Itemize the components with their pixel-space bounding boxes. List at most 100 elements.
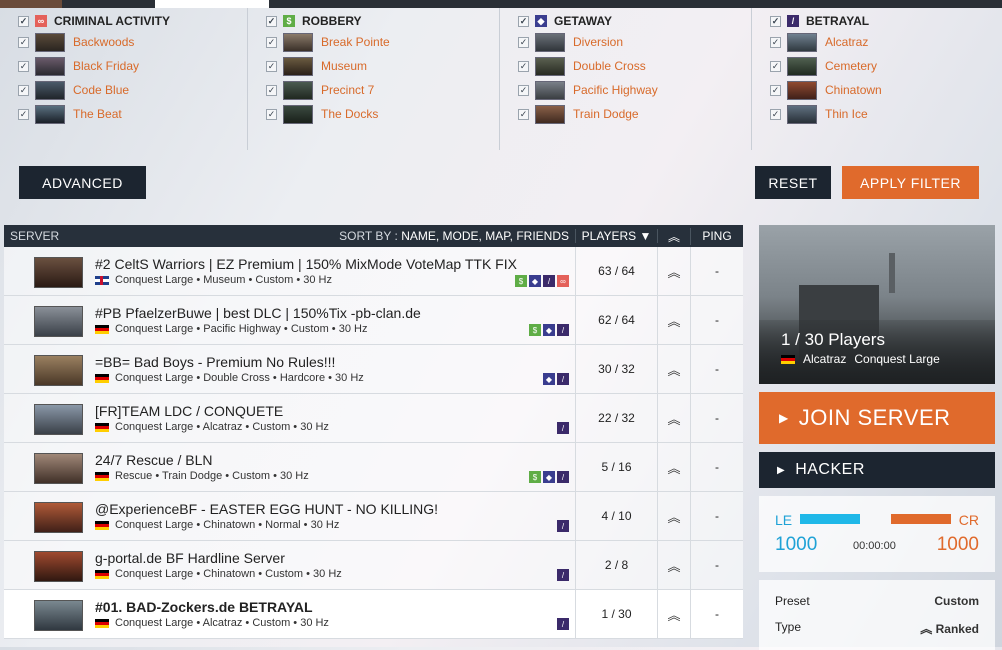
flag-de-icon: [95, 373, 109, 383]
map-filter-item[interactable]: ✓ Cemetery: [770, 54, 1002, 78]
map-name[interactable]: Thin Ice: [825, 107, 868, 121]
checkbox[interactable]: ✓: [266, 108, 277, 120]
checkbox[interactable]: ✓: [770, 15, 781, 27]
join-server-button[interactable]: ▶ JOIN SERVER: [759, 392, 995, 444]
map-filter-item[interactable]: ✓ Black Friday: [18, 54, 247, 78]
checkbox[interactable]: ✓: [770, 108, 781, 120]
checkbox[interactable]: ✓: [770, 36, 781, 48]
map-name[interactable]: Double Cross: [573, 59, 646, 73]
map-filter-item[interactable]: ✓ Break Pointe: [266, 30, 499, 54]
map-filter-item[interactable]: ✓ Double Cross: [518, 54, 751, 78]
ping-column-header[interactable]: PING: [691, 229, 743, 243]
map-name[interactable]: Code Blue: [73, 83, 129, 97]
map-filter-item[interactable]: ✓ Diversion: [518, 30, 751, 54]
table-row[interactable]: 24/7 Rescue / BLN Rescue • Train Dodge • …: [4, 443, 743, 492]
team-cr-score: 1000: [936, 534, 979, 555]
map-filter-item[interactable]: ✓ Alcatraz: [770, 30, 1002, 54]
checkbox[interactable]: ✓: [518, 84, 529, 96]
map-name[interactable]: Diversion: [573, 35, 623, 49]
apply-filter-button[interactable]: APPLY FILTER: [842, 166, 979, 199]
map-name[interactable]: The Docks: [321, 107, 378, 121]
checkbox[interactable]: ✓: [518, 15, 529, 27]
filter-group-header[interactable]: ✓ $ ROBBERY: [266, 12, 499, 30]
map-filter-item[interactable]: ✓ The Beat: [18, 102, 247, 126]
sort-by-control[interactable]: SORT BY : NAME, MODE, MAP, FRIENDS: [339, 229, 569, 243]
filter-group-header[interactable]: ✓ / BETRAYAL: [770, 12, 1002, 30]
checkbox[interactable]: ✓: [770, 60, 781, 72]
nav-tab-logo[interactable]: [0, 0, 62, 8]
map-thumbnail: [787, 32, 817, 52]
map-filter-item[interactable]: ✓ Train Dodge: [518, 102, 751, 126]
checkbox[interactable]: ✓: [518, 60, 529, 72]
map-filter-item[interactable]: ✓ Thin Ice: [770, 102, 1002, 126]
ping-value: -: [715, 460, 719, 474]
map-filter-item[interactable]: ✓ Code Blue: [18, 78, 247, 102]
filter-group-header[interactable]: ✓ ◆ GETAWAY: [518, 12, 751, 30]
sort-options[interactable]: NAME, MODE, MAP, FRIENDS: [401, 229, 569, 243]
map-name[interactable]: Break Pointe: [321, 35, 390, 49]
table-row[interactable]: #01. BAD-Zockers.de BETRAYAL Conquest Lar…: [4, 590, 743, 639]
table-row[interactable]: #PB PfaelzerBuwe | best DLC | 150%Tix -p…: [4, 296, 743, 345]
checkbox[interactable]: ✓: [266, 15, 277, 27]
map-name[interactable]: Pacific Highway: [573, 83, 658, 97]
map-name[interactable]: Cemetery: [825, 59, 877, 73]
flag-de-icon: [95, 422, 109, 432]
sort-by-label: SORT BY :: [339, 229, 398, 243]
table-row[interactable]: =BB= Bad Boys - Premium No Rules!!! Conqu…: [4, 345, 743, 394]
map-filter-item[interactable]: ✓ Backwoods: [18, 30, 247, 54]
filter-group-robbery: ✓ $ ROBBERY ✓ Break Pointe ✓ Museum ✓ Precinct 7…: [248, 8, 500, 150]
table-row[interactable]: #2 CeltS Warriors | EZ Premium | 150% Mi…: [4, 247, 743, 296]
map-filter-item[interactable]: ✓ Pacific Highway: [518, 78, 751, 102]
checkbox[interactable]: ✓: [18, 36, 29, 48]
table-row[interactable]: [FR]TEAM LDC / CONQUETE Conquest Large • …: [4, 394, 743, 443]
advanced-button[interactable]: ADVANCED: [19, 166, 146, 199]
checkbox[interactable]: ✓: [770, 84, 781, 96]
preview-player-count: 1 / 30 Players: [781, 330, 885, 349]
robbery-icon: $: [529, 324, 541, 336]
table-row[interactable]: @ExperienceBF - EASTER EGG HUNT - NO KIL…: [4, 492, 743, 541]
map-name[interactable]: Black Friday: [73, 59, 139, 73]
ranked-column-header[interactable]: ︽: [658, 227, 691, 245]
hacker-button[interactable]: ▶ HACKER: [759, 452, 995, 488]
checkbox[interactable]: ✓: [18, 108, 29, 120]
checkbox[interactable]: ✓: [518, 36, 529, 48]
checkbox[interactable]: ✓: [18, 60, 29, 72]
getaway-icon: ◆: [529, 275, 541, 287]
ping-value: -: [715, 313, 719, 327]
map-thumbnail: [535, 104, 565, 124]
ranked-chevron-icon: ︽: [658, 345, 691, 393]
map-filter-item[interactable]: ✓ Chinatown: [770, 78, 1002, 102]
map-name[interactable]: Precinct 7: [321, 83, 374, 97]
server-column-header[interactable]: SERVER: [10, 229, 59, 243]
reset-button[interactable]: RESET: [755, 166, 831, 199]
checkbox[interactable]: ✓: [266, 84, 277, 96]
hacker-label: HACKER: [795, 461, 865, 478]
map-filter-item[interactable]: ✓ Precinct 7: [266, 78, 499, 102]
setting-value: Custom: [934, 594, 979, 608]
map-name[interactable]: Chinatown: [825, 83, 882, 97]
round-timer: 00:00:00: [853, 540, 896, 552]
mode-icons: $ ◆ /: [529, 471, 569, 483]
nav-tab-active[interactable]: [155, 0, 269, 8]
table-row[interactable]: g-portal.de BF Hardline Server Conquest L…: [4, 541, 743, 590]
map-name[interactable]: Train Dodge: [573, 107, 639, 121]
setting-value: ︽ Ranked: [920, 620, 979, 646]
map-name[interactable]: Museum: [321, 59, 367, 73]
checkbox[interactable]: ✓: [18, 15, 29, 27]
checkbox[interactable]: ✓: [18, 84, 29, 96]
checkbox[interactable]: ✓: [518, 108, 529, 120]
map-name[interactable]: Backwoods: [73, 35, 134, 49]
map-filter-item[interactable]: ✓ The Docks: [266, 102, 499, 126]
checkbox[interactable]: ✓: [266, 60, 277, 72]
server-name: 24/7 Rescue / BLN: [95, 452, 213, 468]
map-filter-item[interactable]: ✓ Museum: [266, 54, 499, 78]
map-thumbnail: [787, 104, 817, 124]
betrayal-icon: /: [557, 422, 569, 434]
ping-value: -: [715, 607, 719, 621]
map-name[interactable]: The Beat: [73, 107, 122, 121]
checkbox[interactable]: ✓: [266, 36, 277, 48]
players-column-header[interactable]: PLAYERS ▼: [576, 229, 658, 243]
map-name[interactable]: Alcatraz: [825, 35, 868, 49]
filter-group-header[interactable]: ✓ ∞ CRIMINAL ACTIVITY: [18, 12, 247, 30]
filter-group-getaway: ✓ ◆ GETAWAY ✓ Diversion ✓ Double Cross ✓ Pacific…: [500, 8, 752, 150]
